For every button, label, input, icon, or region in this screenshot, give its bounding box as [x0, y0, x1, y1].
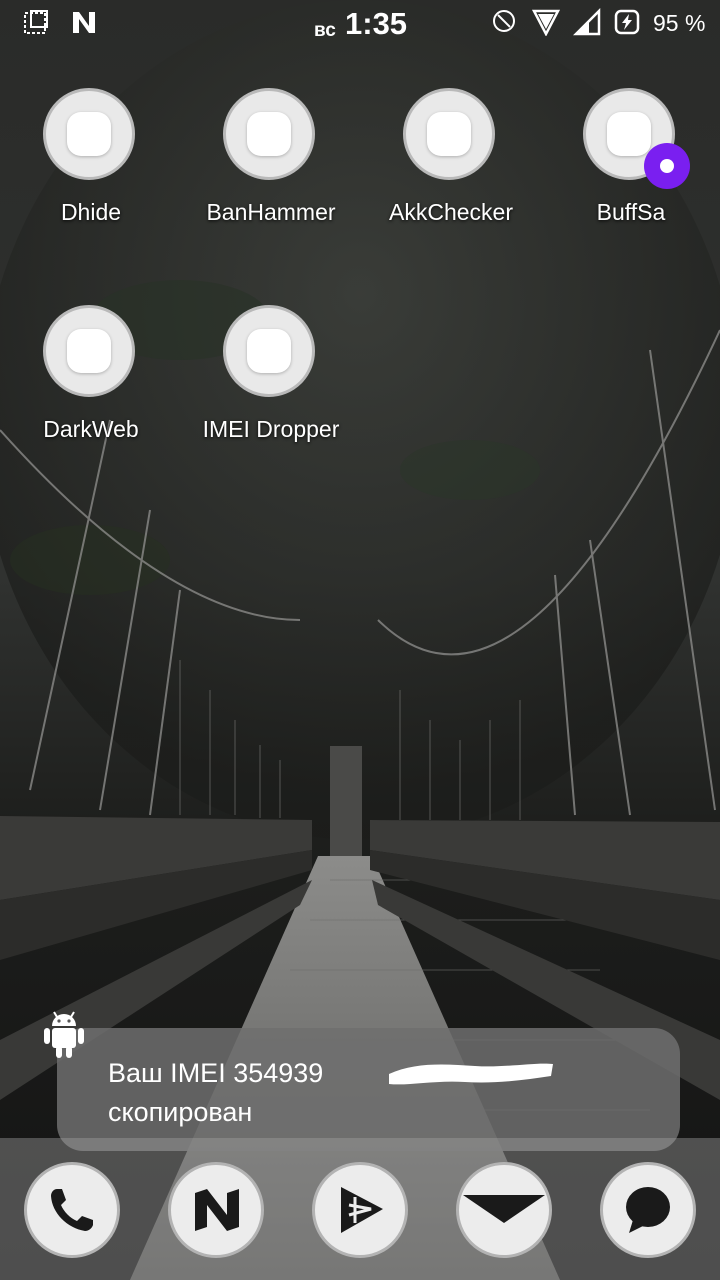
phone-icon	[51, 1189, 93, 1231]
app-label: IMEI Dropper	[202, 416, 340, 442]
redaction-scribble	[389, 1063, 553, 1085]
play-store-icon	[341, 1187, 383, 1233]
toast-line-1: Ваш IMEI 354939	[108, 1058, 324, 1088]
app-label: AkkChecker	[389, 199, 513, 225]
screenshot-icon	[24, 10, 48, 34]
messages-icon	[626, 1187, 670, 1233]
home-screen: вс 1:35 95 % Dhide BanHammer AkkChecker	[0, 0, 720, 1280]
android-icon	[44, 1011, 84, 1058]
app-dhide[interactable]: Dhide	[6, 88, 176, 268]
do-not-disturb-icon	[493, 10, 515, 32]
dock-n-app[interactable]	[168, 1162, 264, 1258]
status-bar: вс 1:35 95 %	[0, 0, 720, 50]
dock	[0, 1138, 720, 1280]
dock-phone[interactable]	[24, 1162, 120, 1258]
wifi-icon	[532, 9, 560, 36]
app-darkweb[interactable]: DarkWeb	[6, 305, 176, 485]
toast-text: Ваш IMEI 354939 скопирован	[108, 1054, 323, 1132]
app-imei-dropper[interactable]: IMEI Dropper	[186, 305, 356, 485]
dock-messages[interactable]	[600, 1162, 696, 1258]
toast-message: Ваш IMEI 354939 скопирован	[57, 1028, 680, 1151]
app-label: DarkWeb	[43, 416, 139, 442]
battery-percent: 95 %	[653, 10, 706, 36]
app-icon	[223, 88, 315, 180]
n-logo-icon	[73, 12, 95, 33]
notification-badge	[644, 143, 690, 189]
status-time: 1:35	[345, 6, 408, 41]
app-icon	[403, 88, 495, 180]
app-icon	[43, 88, 135, 180]
app-icon	[223, 305, 315, 397]
battery-charging-icon	[614, 9, 640, 35]
n-app-icon	[195, 1189, 239, 1231]
toast-line-2: скопирован	[108, 1097, 253, 1127]
cell-signal-icon	[573, 8, 601, 36]
app-akkchecker[interactable]: AkkChecker	[366, 88, 536, 268]
app-buffsa[interactable]: BuffSa	[546, 88, 716, 268]
app-label: Dhide	[60, 199, 122, 225]
status-day: вс	[314, 20, 336, 41]
app-label: BanHammer	[206, 199, 336, 225]
app-label: BuffSa	[596, 199, 666, 225]
app-icon	[43, 305, 135, 397]
app-banhammer[interactable]: BanHammer	[186, 88, 356, 268]
mail-icon	[463, 1195, 545, 1223]
dock-mail[interactable]	[456, 1162, 552, 1258]
dock-play-store[interactable]	[312, 1162, 408, 1258]
